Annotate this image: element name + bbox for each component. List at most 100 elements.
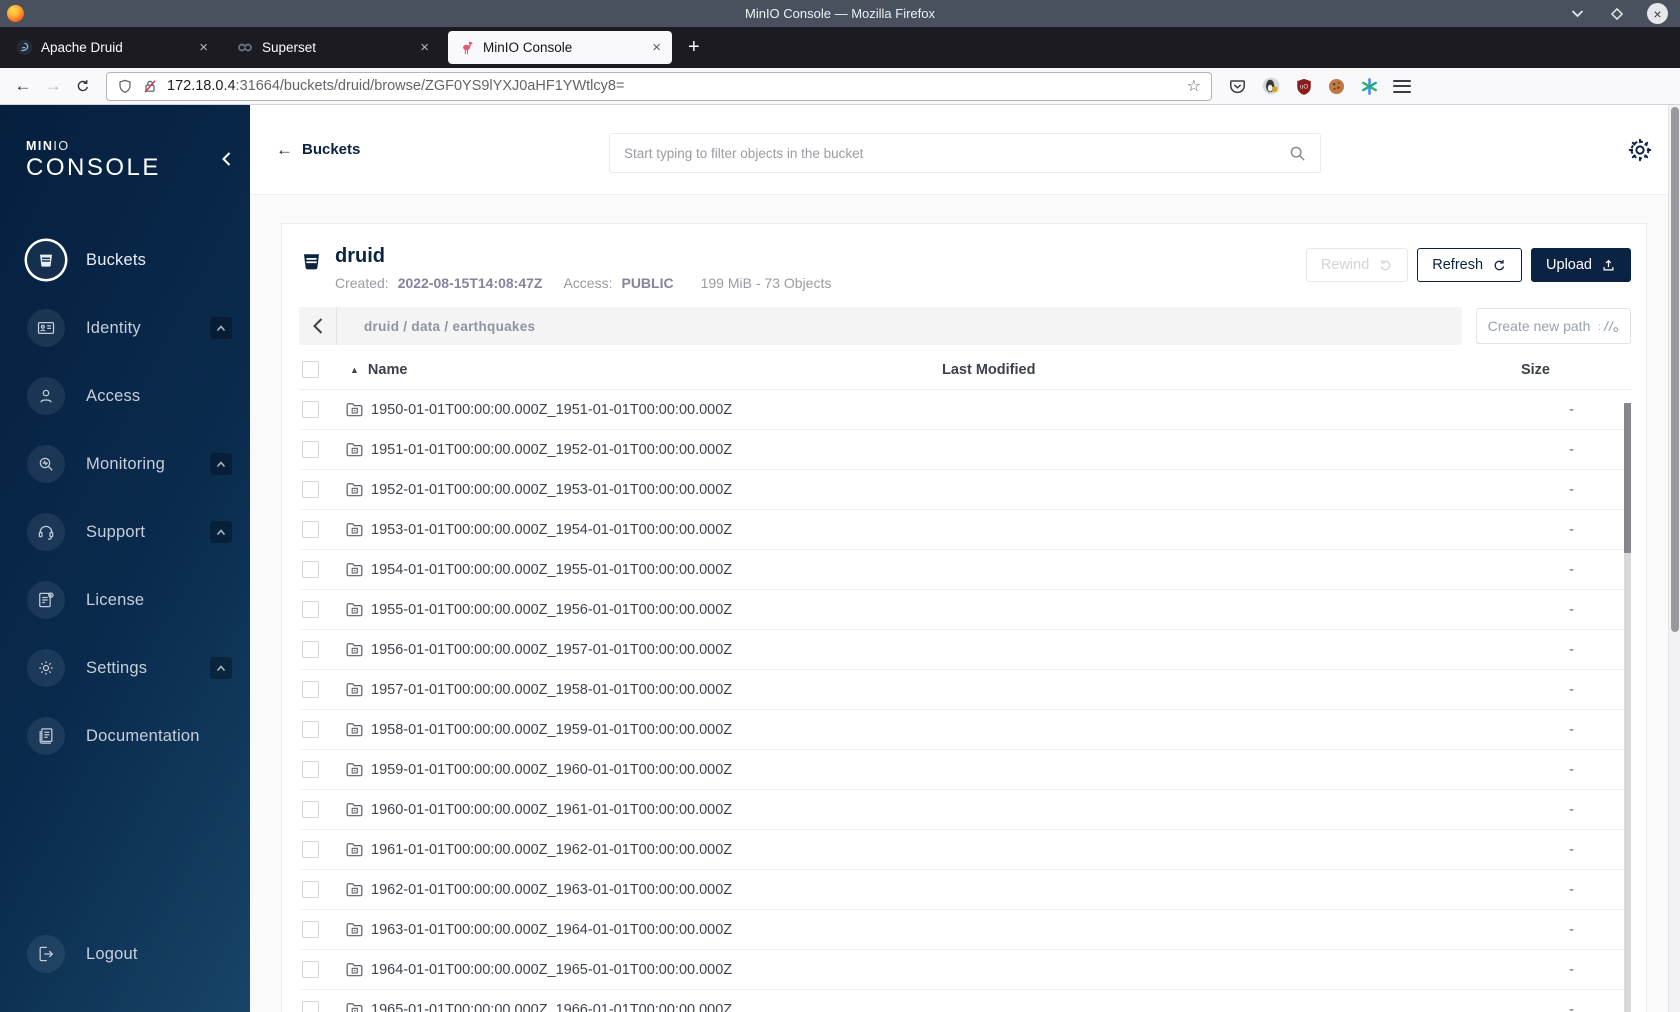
tab-close-icon[interactable]: × bbox=[418, 39, 431, 56]
table-row[interactable]: 1964-01-01T00:00:00.000Z_1965-01-01T00:0… bbox=[299, 950, 1631, 990]
table-row[interactable]: 1955-01-01T00:00:00.000Z_1956-01-01T00:0… bbox=[299, 590, 1631, 630]
object-name[interactable]: 1958-01-01T00:00:00.000Z_1959-01-01T00:0… bbox=[371, 722, 732, 738]
object-name[interactable]: 1957-01-01T00:00:00.000Z_1958-01-01T00:0… bbox=[371, 682, 732, 698]
reload-button[interactable] bbox=[68, 72, 98, 100]
row-checkbox[interactable] bbox=[302, 441, 319, 458]
path-back-chevron-icon[interactable] bbox=[299, 307, 337, 345]
search-input[interactable] bbox=[610, 145, 1288, 161]
object-name[interactable]: 1960-01-01T00:00:00.000Z_1961-01-01T00:0… bbox=[371, 802, 732, 818]
new-tab-button[interactable]: + bbox=[676, 36, 712, 59]
sidebar-item-buckets[interactable]: Buckets bbox=[0, 226, 250, 294]
table-row[interactable]: 1952-01-01T00:00:00.000Z_1953-01-01T00:0… bbox=[299, 470, 1631, 510]
url-text[interactable]: 172.18.0.4:31664/buckets/druid/browse/ZG… bbox=[167, 78, 1178, 94]
table-row[interactable]: 1957-01-01T00:00:00.000Z_1958-01-01T00:0… bbox=[299, 670, 1631, 710]
window-minimize-chevron-icon[interactable] bbox=[1567, 4, 1587, 24]
shield-icon[interactable] bbox=[117, 78, 133, 95]
tab-close-icon[interactable]: × bbox=[650, 39, 663, 56]
upload-button[interactable]: Upload bbox=[1531, 248, 1631, 282]
console-settings-gear-icon[interactable] bbox=[1626, 136, 1654, 164]
table-row[interactable]: 1963-01-01T00:00:00.000Z_1964-01-01T00:0… bbox=[299, 910, 1631, 950]
table-row[interactable]: 1950-01-01T00:00:00.000Z_1951-01-01T00:0… bbox=[299, 390, 1631, 430]
table-row[interactable]: 1962-01-01T00:00:00.000Z_1963-01-01T00:0… bbox=[299, 870, 1631, 910]
select-all-checkbox[interactable] bbox=[302, 361, 319, 378]
page-scrollbar-thumb[interactable] bbox=[1671, 107, 1679, 632]
row-checkbox[interactable] bbox=[302, 1001, 319, 1012]
row-checkbox[interactable] bbox=[302, 641, 319, 658]
table-row[interactable]: 1953-01-01T00:00:00.000Z_1954-01-01T00:0… bbox=[299, 510, 1631, 550]
table-row[interactable]: 1951-01-01T00:00:00.000Z_1952-01-01T00:0… bbox=[299, 430, 1631, 470]
sidebar-collapse-icon[interactable] bbox=[221, 151, 232, 172]
row-checkbox[interactable] bbox=[302, 481, 319, 498]
row-checkbox[interactable] bbox=[302, 681, 319, 698]
menu-hamburger-icon[interactable] bbox=[1393, 79, 1411, 93]
row-checkbox[interactable] bbox=[302, 881, 319, 898]
chevron-up-icon[interactable] bbox=[210, 317, 232, 339]
create-new-path-button[interactable]: Create new path : bbox=[1476, 308, 1631, 344]
row-checkbox[interactable] bbox=[302, 761, 319, 778]
back-button[interactable]: ← bbox=[8, 72, 38, 100]
table-row[interactable]: 1958-01-01T00:00:00.000Z_1959-01-01T00:0… bbox=[299, 710, 1631, 750]
chevron-up-icon[interactable] bbox=[210, 521, 232, 543]
table-row[interactable]: 1965-01-01T00:00:00.000Z_1966-01-01T00:0… bbox=[299, 990, 1631, 1012]
chevron-up-icon[interactable] bbox=[210, 453, 232, 475]
pocket-icon[interactable] bbox=[1228, 77, 1247, 96]
object-name[interactable]: 1964-01-01T00:00:00.000Z_1965-01-01T00:0… bbox=[371, 962, 732, 978]
row-checkbox[interactable] bbox=[302, 961, 319, 978]
rewind-button[interactable]: Rewind bbox=[1305, 248, 1409, 282]
window-maximize-icon[interactable] bbox=[1607, 4, 1627, 24]
table-row[interactable]: 1956-01-01T00:00:00.000Z_1957-01-01T00:0… bbox=[299, 630, 1631, 670]
object-name[interactable]: 1951-01-01T00:00:00.000Z_1952-01-01T00:0… bbox=[371, 442, 732, 458]
row-checkbox[interactable] bbox=[302, 561, 319, 578]
ublock-icon[interactable]: uO bbox=[1295, 77, 1313, 96]
sidebar-item-settings[interactable]: Settings bbox=[0, 634, 250, 702]
page-scrollbar[interactable] bbox=[1668, 105, 1680, 1012]
window-close-icon[interactable]: × bbox=[1647, 3, 1668, 24]
object-name[interactable]: 1954-01-01T00:00:00.000Z_1955-01-01T00:0… bbox=[371, 562, 732, 578]
url-bar[interactable]: 172.18.0.4:31664/buckets/druid/browse/ZG… bbox=[106, 71, 1212, 101]
extension-badge-icon[interactable] bbox=[1261, 76, 1281, 96]
row-checkbox[interactable] bbox=[302, 921, 319, 938]
object-name[interactable]: 1959-01-01T00:00:00.000Z_1960-01-01T00:0… bbox=[371, 762, 732, 778]
browser-tab[interactable]: MinIO Console × bbox=[448, 31, 672, 64]
row-checkbox[interactable] bbox=[302, 601, 319, 618]
forward-button[interactable]: → bbox=[38, 72, 68, 100]
asterisk-extension-icon[interactable] bbox=[1360, 77, 1379, 96]
breadcrumb[interactable]: druid / data / earthquakes bbox=[364, 319, 535, 334]
column-header-last-modified[interactable]: Last Modified bbox=[942, 362, 1035, 378]
sidebar-item-logout[interactable]: Logout bbox=[0, 920, 250, 988]
object-name[interactable]: 1955-01-01T00:00:00.000Z_1956-01-01T00:0… bbox=[371, 602, 732, 618]
object-name[interactable]: 1950-01-01T00:00:00.000Z_1951-01-01T00:0… bbox=[371, 402, 732, 418]
table-row[interactable]: 1954-01-01T00:00:00.000Z_1955-01-01T00:0… bbox=[299, 550, 1631, 590]
row-checkbox[interactable] bbox=[302, 721, 319, 738]
object-name[interactable]: 1965-01-01T00:00:00.000Z_1966-01-01T00:0… bbox=[371, 1002, 732, 1012]
object-name[interactable]: 1963-01-01T00:00:00.000Z_1964-01-01T00:0… bbox=[371, 922, 732, 938]
table-scrollbar[interactable] bbox=[1624, 403, 1631, 1012]
object-name[interactable]: 1962-01-01T00:00:00.000Z_1963-01-01T00:0… bbox=[371, 882, 732, 898]
row-checkbox[interactable] bbox=[302, 801, 319, 818]
sidebar-item-license[interactable]: License bbox=[0, 566, 250, 634]
table-scrollbar-thumb[interactable] bbox=[1624, 403, 1631, 553]
sidebar-item-monitoring[interactable]: Monitoring bbox=[0, 430, 250, 498]
chevron-up-icon[interactable] bbox=[210, 657, 232, 679]
tab-close-icon[interactable]: × bbox=[197, 39, 210, 56]
browser-tab[interactable]: Superset × bbox=[227, 31, 440, 64]
row-checkbox[interactable] bbox=[302, 401, 319, 418]
sidebar-item-documentation[interactable]: Documentation bbox=[0, 702, 250, 770]
object-name[interactable]: 1953-01-01T00:00:00.000Z_1954-01-01T00:0… bbox=[371, 522, 732, 538]
sidebar-item-identity[interactable]: Identity bbox=[0, 294, 250, 362]
table-row[interactable]: 1959-01-01T00:00:00.000Z_1960-01-01T00:0… bbox=[299, 750, 1631, 790]
lock-insecure-icon[interactable] bbox=[142, 78, 158, 95]
back-to-buckets-link[interactable]: ← Buckets bbox=[276, 140, 360, 160]
object-name[interactable]: 1956-01-01T00:00:00.000Z_1957-01-01T00:0… bbox=[371, 642, 732, 658]
object-name[interactable]: 1952-01-01T00:00:00.000Z_1953-01-01T00:0… bbox=[371, 482, 732, 498]
sidebar-item-support[interactable]: Support bbox=[0, 498, 250, 566]
cookie-icon[interactable] bbox=[1327, 77, 1346, 96]
table-row[interactable]: 1961-01-01T00:00:00.000Z_1962-01-01T00:0… bbox=[299, 830, 1631, 870]
browser-tab[interactable]: Apache Druid × bbox=[6, 31, 219, 64]
table-row[interactable]: 1960-01-01T00:00:00.000Z_1961-01-01T00:0… bbox=[299, 790, 1631, 830]
column-header-name[interactable]: Name bbox=[368, 362, 408, 378]
bookmark-star-icon[interactable]: ☆ bbox=[1187, 76, 1201, 96]
row-checkbox[interactable] bbox=[302, 841, 319, 858]
refresh-button[interactable]: Refresh bbox=[1417, 248, 1523, 282]
sidebar-item-access[interactable]: Access bbox=[0, 362, 250, 430]
